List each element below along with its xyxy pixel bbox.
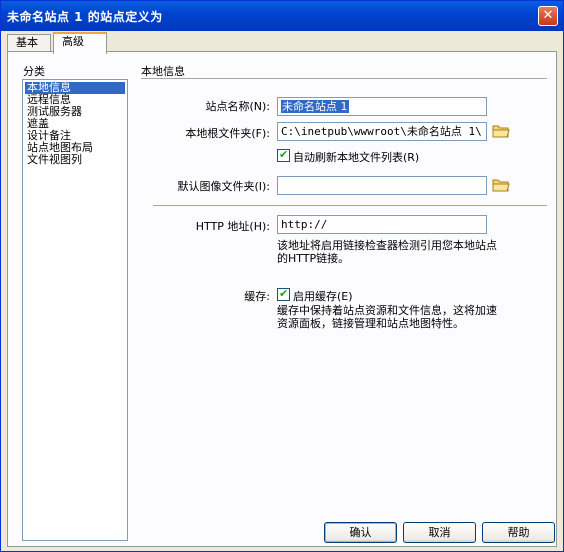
default-images-input[interactable]: [277, 176, 487, 195]
category-item-file-view-columns[interactable]: 文件视图列: [25, 154, 84, 166]
cache-label: 缓存:: [244, 290, 270, 303]
root-folder-label: 本地根文件夹(F):: [185, 127, 270, 140]
tab-advanced[interactable]: 高级: [53, 32, 107, 54]
close-button[interactable]: ✕: [538, 6, 558, 26]
enable-cache-checkbox[interactable]: ✔: [277, 287, 290, 301]
category-list[interactable]: 本地信息 远程信息 测试服务器 遮盖 设计备注 站点地图布局 文件视图列: [22, 79, 128, 541]
cancel-button[interactable]: 取消: [403, 522, 476, 543]
root-folder-browse-icon[interactable]: [492, 124, 510, 138]
enable-cache-label: 启用缓存(E): [293, 290, 353, 303]
site-name-value: 未命名站点 1: [281, 100, 349, 113]
http-address-input[interactable]: http://: [277, 215, 487, 234]
check-icon: ✔: [279, 287, 289, 300]
http-address-label: HTTP 地址(H):: [195, 220, 270, 233]
cache-note: 缓存中保持着站点资源和文件信息，这将加速资源面板，链接管理和站点地图特性。: [277, 304, 497, 330]
root-folder-input[interactable]: C:\inetpub\wwwroot\未命名站点 1\: [277, 122, 487, 141]
section-divider: [141, 78, 547, 79]
help-button[interactable]: 帮助: [482, 522, 555, 543]
site-name-input[interactable]: 未命名站点 1: [277, 97, 487, 116]
window-title: 未命名站点 1 的站点定义为: [7, 10, 163, 24]
auto-refresh-checkbox[interactable]: ✔: [277, 148, 290, 162]
check-icon: ✔: [279, 148, 289, 161]
tab-basic-label: 基本: [16, 36, 38, 49]
http-note: 该地址将启用链接检查器检测引用您本地站点的HTTP链接。: [277, 239, 497, 265]
close-icon: ✕: [542, 8, 554, 23]
default-images-browse-icon[interactable]: [492, 178, 510, 192]
site-name-label: 站点名称(N):: [205, 100, 270, 113]
tab-advanced-label: 高级: [62, 35, 84, 48]
divider: [153, 205, 547, 206]
default-images-label: 默认图像文件夹(I):: [177, 180, 270, 193]
section-title: 本地信息: [141, 65, 185, 78]
auto-refresh-label: 自动刷新本地文件列表(R): [293, 151, 420, 164]
site-definition-dialog: 未命名站点 1 的站点定义为 ✕ 基本 高级 分类 本地信息 远程信息 测试服务…: [0, 0, 564, 552]
ok-button[interactable]: 确认: [324, 522, 397, 543]
tab-basic[interactable]: 基本: [7, 34, 51, 52]
category-label: 分类: [23, 65, 45, 78]
title-bar[interactable]: 未命名站点 1 的站点定义为 ✕: [1, 1, 563, 31]
